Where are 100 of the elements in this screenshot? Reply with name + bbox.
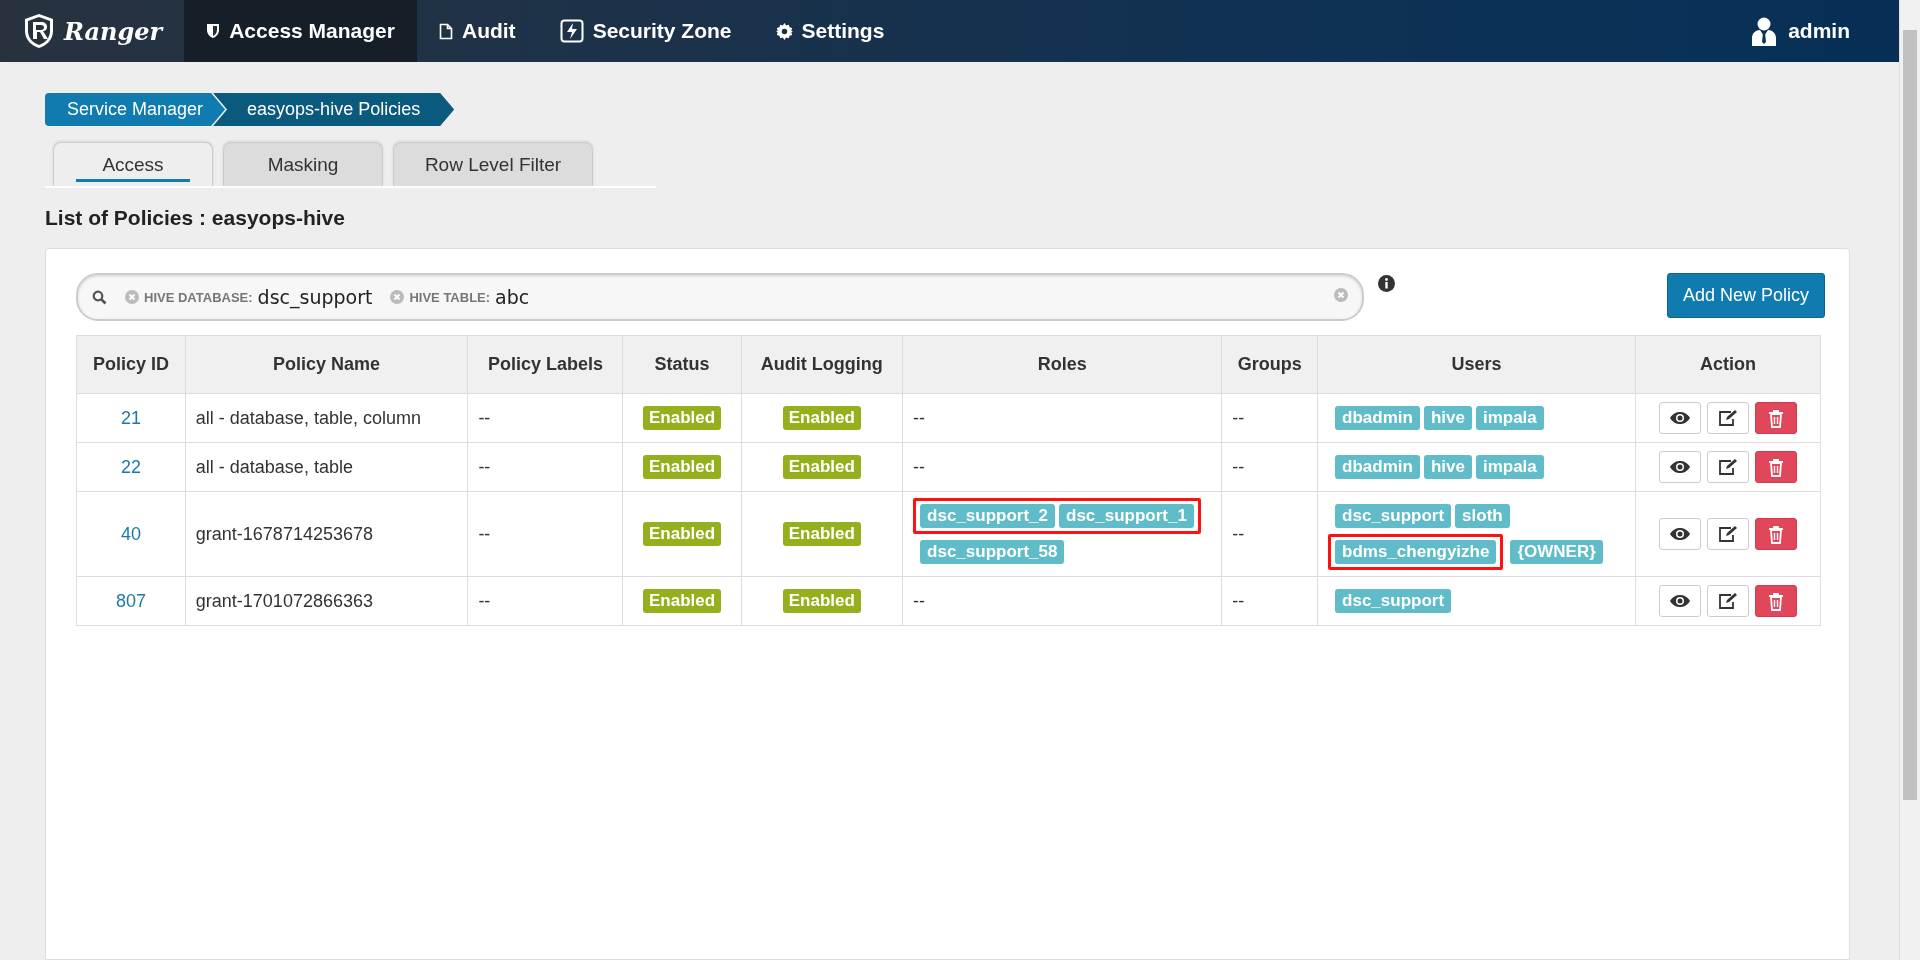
trash-icon: [1768, 408, 1784, 428]
user-tag: hive: [1423, 406, 1472, 430]
search-icon: [92, 289, 107, 305]
column-header: Roles: [902, 335, 1222, 394]
user-tag: bdms_chengyizhe: [1335, 540, 1497, 564]
empty-value: --: [1232, 407, 1245, 428]
trash-icon: [1768, 457, 1784, 477]
audit-badge: Enabled: [782, 455, 861, 479]
delete-button[interactable]: [1755, 402, 1797, 434]
user-tag: dsc_support: [1335, 504, 1452, 528]
audit-badge: Enabled: [782, 406, 861, 430]
edit-button[interactable]: [1707, 585, 1749, 617]
delete-button[interactable]: [1755, 518, 1797, 550]
user-name[interactable]: admin: [1788, 19, 1850, 43]
policy-name: all - database, table: [195, 456, 353, 477]
nav-item[interactable]: Settings: [753, 0, 907, 62]
view-button[interactable]: [1659, 451, 1701, 483]
trash-icon: [1768, 591, 1784, 611]
column-header: Policy Name: [185, 335, 468, 394]
nav-item[interactable]: Access Manager: [184, 0, 417, 62]
document-icon: [438, 22, 453, 40]
column-header: Action: [1635, 335, 1821, 394]
scrollbar[interactable]: [1899, 0, 1920, 960]
column-header: Groups: [1221, 335, 1318, 394]
empty-value: --: [1232, 590, 1245, 611]
tab[interactable]: Masking: [223, 142, 383, 186]
user-tag: dbadmin: [1335, 406, 1420, 430]
edit-icon: [1718, 525, 1738, 543]
delete-button[interactable]: [1755, 585, 1797, 617]
column-header: Status: [622, 335, 742, 394]
status-badge: Enabled: [642, 455, 722, 479]
lightning-icon: [559, 19, 584, 43]
column-header: Audit Logging: [741, 335, 903, 394]
empty-value: --: [913, 407, 926, 428]
shield-logo-icon: [22, 13, 56, 49]
user-tag: {OWNER}: [1510, 540, 1603, 564]
nav-item[interactable]: Audit: [416, 0, 538, 62]
info-icon[interactable]: [1378, 275, 1395, 292]
eye-icon: [1669, 460, 1691, 474]
user-tag: dsc_support: [1335, 589, 1452, 613]
column-header: Users: [1317, 335, 1636, 394]
eye-icon: [1669, 594, 1691, 608]
empty-value: --: [478, 407, 491, 428]
filter-label: HIVE TABLE:: [409, 289, 491, 305]
policy-id-link[interactable]: 22: [120, 456, 141, 477]
column-header: Policy Labels: [467, 335, 623, 394]
empty-value: --: [1232, 523, 1245, 544]
status-badge: Enabled: [642, 522, 722, 546]
empty-value: --: [478, 523, 491, 544]
filter-value: abc: [495, 286, 530, 308]
edit-icon: [1718, 458, 1738, 476]
policy-name: grant-1701072866363: [195, 590, 373, 611]
eye-icon: [1669, 411, 1691, 425]
policy-id-link[interactable]: 807: [115, 590, 146, 611]
trash-icon: [1768, 524, 1784, 544]
delete-button[interactable]: [1755, 451, 1797, 483]
tab[interactable]: Access: [53, 142, 213, 186]
shield-icon: [206, 23, 221, 39]
policy-name: all - database, table, column: [195, 407, 421, 428]
view-button[interactable]: [1659, 402, 1701, 434]
policy-name: grant-1678714253678: [195, 523, 373, 544]
audit-badge: Enabled: [782, 589, 861, 613]
column-header: Policy ID: [76, 335, 186, 394]
policy-id-link[interactable]: 40: [120, 523, 141, 544]
add-policy-button[interactable]: Add New Policy: [1666, 273, 1825, 318]
nav-item[interactable]: Security Zone: [537, 0, 754, 62]
eye-icon: [1669, 527, 1691, 541]
status-badge: Enabled: [642, 406, 722, 430]
edit-button[interactable]: [1707, 451, 1749, 483]
user-tag: impala: [1475, 455, 1544, 479]
view-button[interactable]: [1659, 518, 1701, 550]
breadcrumb-link[interactable]: easyops-hive Policies: [213, 93, 455, 126]
role-tag: dsc_support_58: [920, 540, 1065, 564]
user-tag: hive: [1423, 455, 1472, 479]
edit-icon: [1718, 409, 1738, 427]
role-tag: dsc_support_1: [1059, 504, 1194, 528]
user-tag: sloth: [1455, 504, 1510, 528]
user-icon[interactable]: [1752, 16, 1777, 46]
settings-icon: [775, 22, 793, 40]
page-title: List of Policies : easyops-hive: [45, 206, 346, 230]
empty-value: --: [1232, 456, 1245, 477]
tab[interactable]: Row Level Filter: [393, 142, 593, 186]
policy-id-link[interactable]: 21: [120, 407, 141, 428]
filter-value: dsc_support: [257, 286, 373, 308]
empty-value: --: [913, 590, 926, 611]
status-badge: Enabled: [642, 589, 722, 613]
view-button[interactable]: [1659, 585, 1701, 617]
user-tag: dbadmin: [1335, 455, 1420, 479]
edit-button[interactable]: [1707, 402, 1749, 434]
empty-value: --: [478, 456, 491, 477]
user-tag: impala: [1475, 406, 1544, 430]
audit-badge: Enabled: [782, 522, 861, 546]
brand-name[interactable]: Ranger: [64, 16, 163, 46]
edit-icon: [1718, 592, 1738, 610]
empty-value: --: [913, 456, 926, 477]
empty-value: --: [478, 590, 491, 611]
edit-button[interactable]: [1707, 518, 1749, 550]
filter-label: HIVE DATABASE:: [144, 289, 253, 305]
breadcrumb-link[interactable]: Service Manager: [45, 93, 226, 126]
role-tag: dsc_support_2: [920, 504, 1055, 528]
